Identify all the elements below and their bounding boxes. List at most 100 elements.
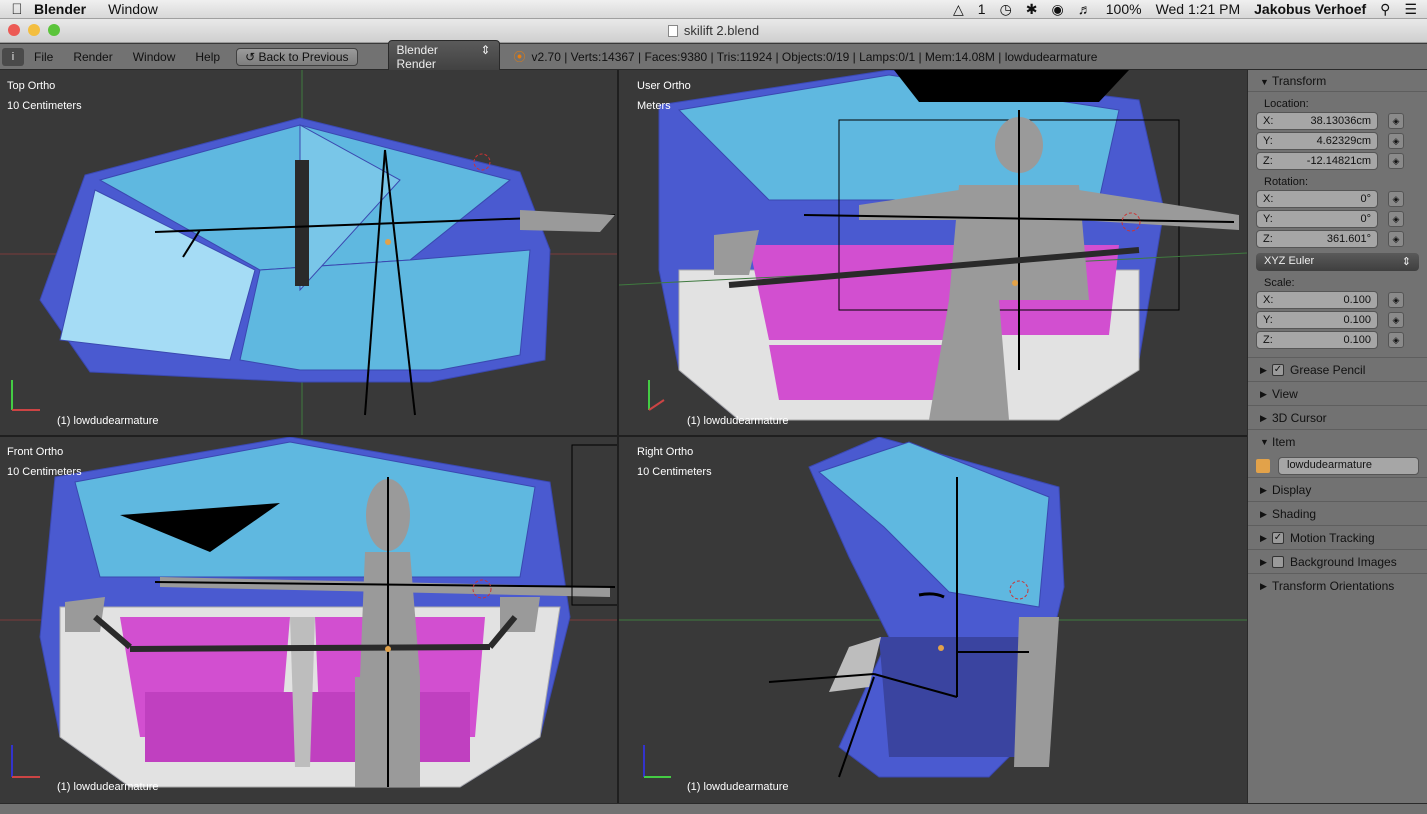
window-titlebar: skilift 2.blend — [0, 19, 1427, 43]
checkbox-checked[interactable]: ✓ — [1272, 363, 1284, 376]
active-object-label: (1) lowdudearmature — [57, 781, 159, 793]
collapsed-arrow-icon: ▶ — [1260, 364, 1267, 375]
location-y-row: Y: 4.62329cm ◈ — [1256, 132, 1427, 150]
window-title: skilift 2.blend — [0, 23, 1427, 38]
wifi-icon[interactable]: ◉ — [1052, 1, 1064, 18]
app-menu[interactable]: Blender — [34, 1, 86, 17]
item-section[interactable]: ▼ Item — [1248, 429, 1427, 453]
viewport-user-ortho[interactable]: User Ortho Meters (1) lowdudearmature — [619, 70, 1247, 435]
status-area: △ 1 ◷ ✱ ◉ ♬ 100% Wed 1:21 PM Jakobus Ver… — [953, 1, 1427, 18]
macos-menubar:  Blender Window △ 1 ◷ ✱ ◉ ♬ 100% Wed 1:… — [0, 0, 1427, 19]
scale-z-field[interactable]: Z: 0.100 — [1256, 331, 1378, 349]
menu-window[interactable]: Window — [108, 1, 158, 17]
display-section[interactable]: ▶ Display — [1248, 477, 1427, 501]
viewport-splitter-horizontal[interactable] — [0, 435, 1247, 437]
adobe-icon[interactable]: △ — [953, 1, 964, 18]
rotation-mode-dropdown[interactable]: XYZ Euler ⇕ — [1256, 253, 1419, 271]
bluetooth-icon[interactable]: ✱ — [1026, 1, 1038, 18]
object-name-field[interactable]: lowdudearmature — [1278, 457, 1419, 475]
viewport-top-ortho[interactable]: Top Ortho 10 Centimeters (1) lowdudearma… — [0, 70, 617, 435]
clock[interactable]: Wed 1:21 PM — [1156, 1, 1241, 17]
location-y-field[interactable]: Y: 4.62329cm — [1256, 132, 1378, 150]
active-object-label: (1) lowdudearmature — [687, 415, 789, 427]
blender-logo-icon: ⦿ — [513, 50, 526, 64]
list-icon[interactable]: ☰ — [1404, 1, 1417, 18]
view-name-label: Front Ortho — [7, 446, 64, 458]
view-scale-label: 10 Centimeters — [7, 466, 82, 478]
lock-icon[interactable]: ◈ — [1388, 332, 1404, 348]
rotation-z-row: Z: 361.601° ◈ — [1256, 230, 1427, 248]
location-x-row: X: 38.13036cm ◈ — [1256, 112, 1427, 130]
transform-orientations-section[interactable]: ▶ Transform Orientations — [1248, 573, 1427, 597]
view-scale-label: Meters — [637, 100, 671, 112]
rotation-x-row: X: 0° ◈ — [1256, 190, 1427, 208]
updown-icon: ⇕ — [480, 42, 491, 57]
location-z-field[interactable]: Z: -12.14821cm — [1256, 152, 1378, 170]
front-view-scene — [0, 437, 617, 788]
scale-y-row: Y: 0.100 ◈ — [1256, 311, 1427, 329]
lock-icon[interactable]: ◈ — [1388, 211, 1404, 227]
object-cube-icon — [1256, 459, 1270, 473]
properties-panel: ▼ Transform Location: X: 38.13036cm ◈ Y: 4.… — [1247, 70, 1427, 803]
menu-file[interactable]: File — [34, 50, 53, 64]
user-name[interactable]: Jakobus Verhoef — [1254, 1, 1366, 17]
menu-window-blender[interactable]: Window — [133, 50, 176, 64]
viewport-front-ortho[interactable]: Front Ortho 10 Centimeters (1) lowdudear… — [0, 437, 617, 803]
rotation-z-field[interactable]: Z: 361.601° — [1256, 230, 1378, 248]
collapsed-arrow-icon: ▶ — [1260, 508, 1267, 519]
view-section[interactable]: ▶ View — [1248, 381, 1427, 405]
menu-render[interactable]: Render — [73, 50, 112, 64]
expanded-arrow-icon: ▼ — [1260, 436, 1269, 447]
rotation-y-row: Y: 0° ◈ — [1256, 210, 1427, 228]
collapsed-arrow-icon: ▶ — [1260, 580, 1267, 591]
transform-header[interactable]: ▼ Transform — [1248, 70, 1427, 92]
back-icon: ↺ — [245, 49, 259, 64]
viewport-right-ortho[interactable]: Right Ortho 10 Centimeters (1) lowdudear… — [619, 437, 1247, 803]
collapsed-arrow-icon: ▶ — [1260, 532, 1267, 543]
view-name-label: Right Ortho — [637, 446, 694, 458]
battery-status[interactable]: 100% — [1106, 1, 1142, 17]
location-x-field[interactable]: X: 38.13036cm — [1256, 112, 1378, 130]
lock-icon[interactable]: ◈ — [1388, 191, 1404, 207]
collapsed-arrow-icon: ▶ — [1260, 388, 1267, 399]
lock-icon[interactable]: ◈ — [1388, 133, 1404, 149]
volume-icon[interactable]: ♬ — [1078, 1, 1092, 17]
right-view-scene — [619, 437, 1247, 778]
view-name-label: Top Ortho — [7, 80, 56, 92]
grease-pencil-section[interactable]: ▶ ✓ Grease Pencil — [1248, 357, 1427, 381]
timemachine-icon[interactable]: ◷ — [1000, 1, 1012, 18]
rotation-y-field[interactable]: Y: 0° — [1256, 210, 1378, 228]
a1-count[interactable]: 1 — [978, 1, 986, 17]
scale-x-field[interactable]: X: 0.100 — [1256, 291, 1378, 309]
document-icon — [667, 25, 678, 37]
info-editor-icon[interactable]: i — [2, 47, 24, 66]
collapsed-arrow-icon: ▶ — [1260, 412, 1267, 423]
shading-section[interactable]: ▶ Shading — [1248, 501, 1427, 525]
scale-y-field[interactable]: Y: 0.100 — [1256, 311, 1378, 329]
lock-icon[interactable]: ◈ — [1388, 292, 1404, 308]
active-object-label: (1) lowdudearmature — [57, 415, 159, 427]
search-icon[interactable]: ⚲ — [1380, 1, 1390, 18]
cursor-section[interactable]: ▶ 3D Cursor — [1248, 405, 1427, 429]
location-label: Location: — [1264, 98, 1309, 110]
checkbox-checked[interactable]: ✓ — [1272, 531, 1284, 544]
scale-z-row: Z: 0.100 ◈ — [1256, 331, 1427, 349]
menu-help[interactable]: Help — [195, 50, 220, 64]
lock-icon[interactable]: ◈ — [1388, 153, 1404, 169]
background-images-section[interactable]: ▶ Background Images — [1248, 549, 1427, 573]
apple-icon[interactable]:  — [0, 1, 34, 18]
3d-view-header — [0, 803, 1427, 814]
lock-icon[interactable]: ◈ — [1388, 312, 1404, 328]
back-to-previous-button[interactable]: ↺ Back to Previous — [236, 47, 358, 66]
checkbox-unchecked[interactable] — [1272, 555, 1284, 568]
rotation-x-field[interactable]: X: 0° — [1256, 190, 1378, 208]
render-engine-dropdown[interactable]: Blender Render ⇕ — [387, 39, 500, 74]
view-scale-label: 10 Centimeters — [7, 100, 82, 112]
scene-stats: v2.70 | Verts:14367 | Faces:9380 | Tris:… — [531, 49, 1098, 64]
motion-tracking-section[interactable]: ▶ ✓ Motion Tracking — [1248, 525, 1427, 549]
user-view-scene — [619, 70, 1247, 421]
collapsed-arrow-icon: ▶ — [1260, 484, 1267, 495]
lock-icon[interactable]: ◈ — [1388, 231, 1404, 247]
scale-label: Scale: — [1264, 277, 1295, 289]
lock-icon[interactable]: ◈ — [1388, 113, 1404, 129]
